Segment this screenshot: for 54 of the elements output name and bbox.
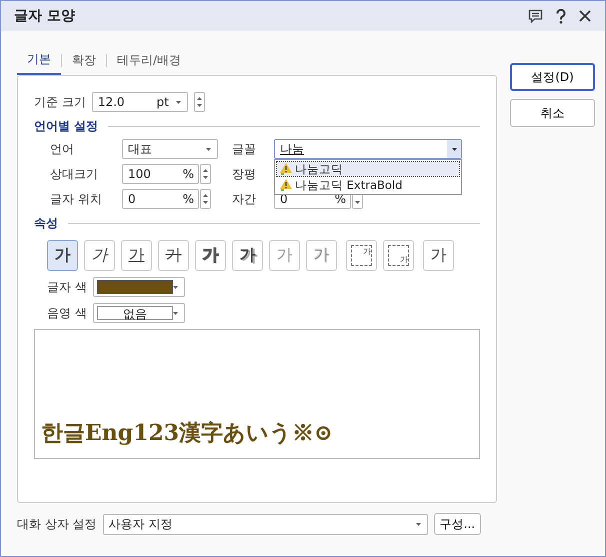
section-title: 언어별 설정 bbox=[34, 118, 98, 135]
field-label: 자간 bbox=[232, 190, 257, 208]
attribute-button[interactable]: 가 bbox=[47, 240, 78, 271]
attribute-button[interactable]: 가 bbox=[423, 240, 454, 271]
attribute-button[interactable]: 가 bbox=[84, 240, 115, 271]
tab[interactable]: 확장 bbox=[62, 45, 106, 75]
field-label: 기준 크기 bbox=[34, 94, 86, 110]
close-icon[interactable] bbox=[579, 10, 591, 22]
field-label: 글자 색 bbox=[47, 278, 87, 296]
attribute-button[interactable]: 가 bbox=[195, 240, 226, 271]
attribute-button[interactable]: 가 bbox=[306, 240, 337, 271]
relative-size-field[interactable]: 100 % bbox=[122, 164, 199, 184]
attribute-button[interactable]: 가 bbox=[121, 240, 152, 271]
dropdown-icon bbox=[206, 148, 211, 151]
spin-buttons[interactable] bbox=[194, 92, 205, 112]
dropdown-icon[interactable] bbox=[176, 101, 181, 104]
window-title: 글자 모양 bbox=[14, 7, 75, 25]
configure-button[interactable]: 구성... bbox=[434, 513, 482, 535]
attribute-button[interactable]: 가 bbox=[383, 240, 414, 271]
field-label: 언어 bbox=[50, 140, 75, 158]
language-dropdown[interactable]: 대표 bbox=[122, 139, 218, 159]
spin-buttons[interactable] bbox=[200, 189, 211, 209]
dropdown-button[interactable] bbox=[447, 140, 461, 158]
attribute-button[interactable]: 가 bbox=[346, 240, 377, 271]
dialog-button[interactable]: 설정(D) bbox=[510, 63, 595, 91]
font-input[interactable]: 나눔 bbox=[275, 140, 304, 158]
spin-buttons[interactable] bbox=[200, 164, 211, 184]
section-title: 속성 bbox=[34, 215, 58, 232]
chat-icon[interactable] bbox=[528, 9, 543, 23]
dropdown-icon bbox=[416, 522, 421, 526]
position-field[interactable]: 0 % bbox=[122, 189, 199, 209]
attribute-button[interactable]: 가 bbox=[158, 240, 189, 271]
field-label: 대화 상자 설정 bbox=[17, 516, 97, 532]
dropdown-icon bbox=[172, 312, 178, 315]
tab[interactable]: 테두리/배경 bbox=[107, 45, 192, 75]
field-label: 상대크기 bbox=[50, 166, 99, 182]
field-label: 글자 위치 bbox=[50, 190, 103, 208]
field-label: 글꼴 bbox=[232, 140, 257, 158]
attribute-button[interactable]: 가 bbox=[232, 240, 263, 271]
dropdown-icon bbox=[172, 286, 178, 289]
font-option[interactable]: 나눔고딕 bbox=[276, 161, 460, 177]
dialog-setting-dropdown[interactable]: 사용자 지정 bbox=[102, 514, 428, 534]
preview-text: 한글Eng123漢字あいう※⊙ bbox=[41, 419, 333, 448]
dropdown-icon bbox=[452, 148, 456, 150]
font-combo[interactable]: 나눔 bbox=[274, 139, 462, 159]
dialog-button[interactable]: 취소 bbox=[510, 99, 595, 127]
warning-icon bbox=[279, 163, 293, 175]
warning-icon bbox=[279, 179, 293, 191]
text-color-picker[interactable] bbox=[92, 277, 185, 297]
help-icon[interactable] bbox=[556, 8, 566, 24]
shade-color-picker[interactable]: 없음 bbox=[92, 303, 185, 323]
field-label: 장평 bbox=[232, 166, 257, 182]
size-field[interactable]: 12.0 pt bbox=[92, 92, 188, 112]
field-label: 음영 색 bbox=[47, 304, 87, 322]
